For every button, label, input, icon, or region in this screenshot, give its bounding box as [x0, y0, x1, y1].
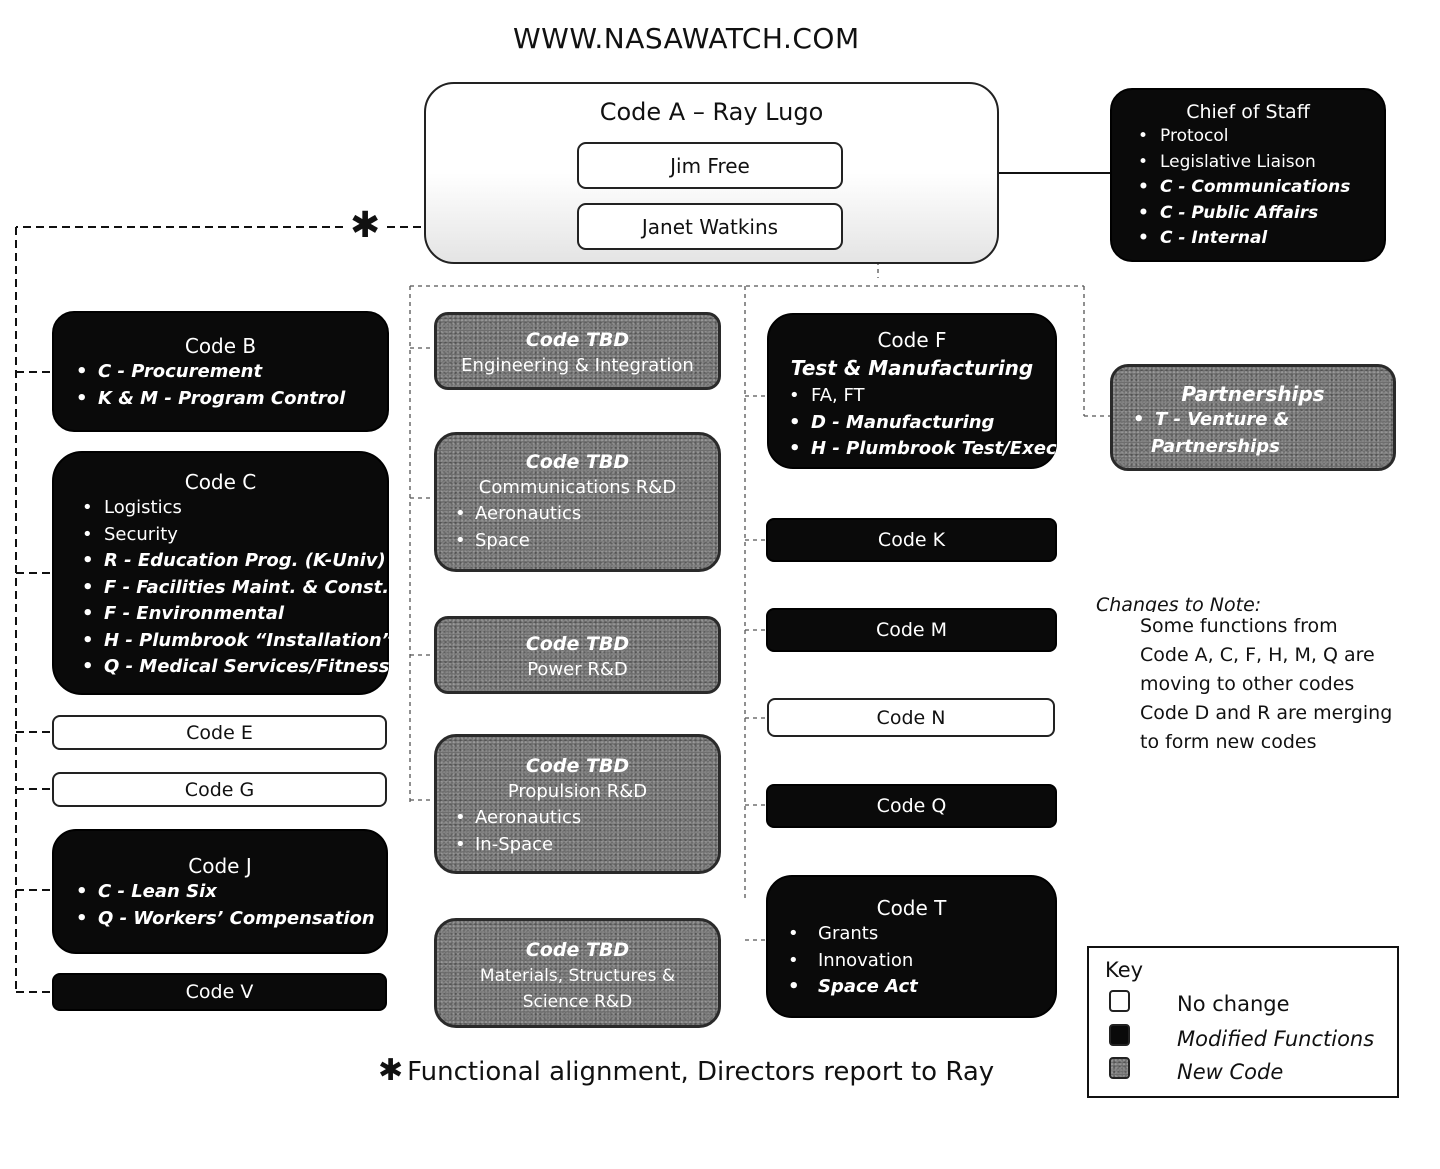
list-item: Grants — [784, 921, 1055, 948]
legend-label: Modified Functions — [1177, 1027, 1375, 1051]
list-item: FA, FT — [785, 383, 1055, 410]
list-item: R - Education Prog. (K-Univ) — [78, 548, 387, 575]
code-q-box[interactable]: Code Q — [766, 784, 1057, 828]
code-tbd-propulsion-box[interactable]: Code TBD Propulsion R&D Aeronautics In-S… — [434, 734, 721, 874]
legend-key: Key No change Modified Functions New Cod… — [1087, 946, 1399, 1098]
legend-label: No change — [1177, 992, 1290, 1016]
partnerships-list: T - Venture & — [1129, 407, 1393, 434]
list-item: F - Environmental — [78, 601, 387, 628]
code-tbd-title: Code TBD — [525, 633, 630, 655]
footnote: ✱ Functional alignment, Directors report … — [378, 1053, 994, 1088]
list-item: C - Lean Six — [72, 879, 386, 906]
code-c-list: Logistics Security R - Education Prog. (… — [78, 495, 393, 681]
chief-of-staff-box[interactable]: Chief of Staff Protocol Legislative Liai… — [1110, 88, 1386, 262]
asterisk-icon: ✱ — [348, 205, 383, 246]
code-c-box[interactable]: Code C Logistics Security R - Education … — [52, 451, 393, 695]
code-j-title: Code J — [188, 854, 252, 878]
code-m-box[interactable]: Code M — [766, 608, 1057, 652]
person-jim-free[interactable]: Jim Free — [577, 142, 843, 189]
list-item: Innovation — [784, 948, 1055, 975]
code-b-list: C - Procurement K & M - Program Control — [72, 359, 387, 412]
code-t-box[interactable]: Code T Grants Innovation Space Act — [766, 875, 1057, 1018]
list-item: H - Plumbrook “Installation” — [78, 628, 393, 655]
list-item: C - Communications — [1134, 175, 1384, 201]
code-f-subtitle: Test & Manufacturing — [790, 356, 1034, 380]
code-c-title: Code C — [184, 470, 257, 494]
list-item: Logistics — [78, 495, 387, 522]
changes-note-line: moving to other codes — [1140, 673, 1355, 695]
code-tbd-materials-box[interactable]: Code TBD Materials, Structures & Science… — [434, 918, 721, 1028]
code-tbd-communications-box[interactable]: Code TBD Communications R&D Aeronautics … — [434, 432, 721, 572]
changes-note-heading: Changes to Note: — [1096, 594, 1262, 612]
code-tbd-list: Aeronautics Space — [451, 501, 718, 554]
code-a-box[interactable]: Code A – Ray Lugo Jim Free Janet Watkins — [424, 82, 999, 264]
code-b-title: Code B — [184, 334, 257, 358]
code-j-list: C - Lean Six Q - Workers’ Compensation — [72, 879, 386, 932]
code-tbd-subtitle: Propulsion R&D — [507, 781, 648, 802]
code-t-list: Grants Innovation Space Act — [784, 921, 1055, 1001]
watermark: WWW.NASAWATCH.COM — [513, 22, 860, 55]
code-v-box[interactable]: Code V — [52, 973, 387, 1011]
list-item: Security — [78, 522, 387, 549]
list-item: Q - Medical Services/Fitness — [78, 654, 389, 681]
code-tbd-title: Code TBD — [525, 939, 630, 961]
person-janet-watkins[interactable]: Janet Watkins — [577, 203, 843, 250]
partnerships-continuation: Partnerships — [1151, 435, 1280, 457]
code-k-box[interactable]: Code K — [766, 518, 1057, 562]
partnerships-box[interactable]: Partnerships T - Venture & Partnerships — [1110, 364, 1396, 471]
list-item: K & M - Program Control — [72, 386, 387, 413]
code-a-title: Code A – Ray Lugo — [599, 98, 824, 126]
list-item: Aeronautics — [451, 501, 718, 528]
code-tbd-title: Code TBD — [525, 451, 630, 473]
code-tbd-power-box[interactable]: Code TBD Power R&D — [434, 616, 721, 694]
changes-note-line: Code A, C, F, H, M, Q are — [1140, 644, 1375, 666]
code-tbd-engineering-box[interactable]: Code TBD Engineering & Integration — [434, 312, 721, 390]
list-item: Legislative Liaison — [1134, 150, 1384, 176]
code-tbd-subtitle: Power R&D — [527, 659, 628, 680]
list-item: Space Act — [784, 974, 1055, 1001]
list-item: C - Internal — [1134, 226, 1384, 252]
changes-note-line: to form new codes — [1140, 731, 1317, 748]
changes-note: Changes to Note: Some functions from Cod… — [1096, 594, 1416, 748]
changes-note-line: Some functions from — [1140, 615, 1338, 637]
list-item: C - Procurement — [72, 359, 387, 386]
list-item: T - Venture & — [1129, 407, 1393, 434]
code-g-box[interactable]: Code G — [52, 772, 387, 807]
legend-title: Key — [1105, 958, 1144, 982]
footnote-text: Functional alignment, Directors report t… — [407, 1057, 995, 1087]
list-item: Space — [451, 528, 718, 555]
code-b-box[interactable]: Code B C - Procurement K & M - Program C… — [52, 311, 389, 432]
list-item: Aeronautics — [451, 805, 718, 832]
chief-of-staff-list: Protocol Legislative Liaison C - Communi… — [1134, 124, 1384, 252]
list-item: F - Facilities Maint. & Const. — [78, 575, 389, 602]
partnerships-title: Partnerships — [1181, 382, 1325, 406]
code-f-box[interactable]: Code F Test & Manufacturing FA, FT D - M… — [767, 313, 1057, 469]
chief-of-staff-title: Chief of Staff — [1186, 101, 1310, 123]
code-j-box[interactable]: Code J C - Lean Six Q - Workers’ Compens… — [52, 829, 388, 954]
code-f-title: Code F — [877, 328, 947, 352]
code-tbd-subtitle-line2: Science R&D — [522, 992, 633, 1012]
list-item: H - Plumbrook Test/Exec — [785, 436, 1057, 463]
changes-note-line: Code D and R are merging — [1140, 702, 1393, 724]
asterisk-icon: ✱ — [378, 1053, 404, 1088]
list-item: In-Space — [451, 832, 718, 859]
list-item: Protocol — [1134, 124, 1384, 150]
code-tbd-subtitle: Materials, Structures & — [479, 966, 676, 986]
legend-swatch-modified — [1109, 1024, 1130, 1046]
code-e-box[interactable]: Code E — [52, 715, 387, 750]
list-item: D - Manufacturing — [785, 410, 1055, 437]
legend-label: New Code — [1177, 1060, 1284, 1084]
code-n-box[interactable]: Code N — [767, 698, 1055, 737]
list-item: C - Public Affairs — [1134, 201, 1384, 227]
code-tbd-subtitle: Communications R&D — [478, 477, 677, 498]
code-tbd-list: Aeronautics In-Space — [451, 805, 718, 858]
code-tbd-title: Code TBD — [525, 755, 630, 777]
code-f-list: FA, FT D - Manufacturing H - Plumbrook T… — [785, 383, 1057, 463]
code-tbd-title: Code TBD — [525, 329, 630, 351]
code-tbd-subtitle: Engineering & Integration — [461, 355, 694, 376]
code-t-title: Code T — [876, 896, 947, 920]
list-item: Q - Workers’ Compensation — [72, 906, 386, 933]
legend-swatch-no-change — [1109, 990, 1130, 1012]
legend-swatch-new-code — [1109, 1057, 1130, 1079]
